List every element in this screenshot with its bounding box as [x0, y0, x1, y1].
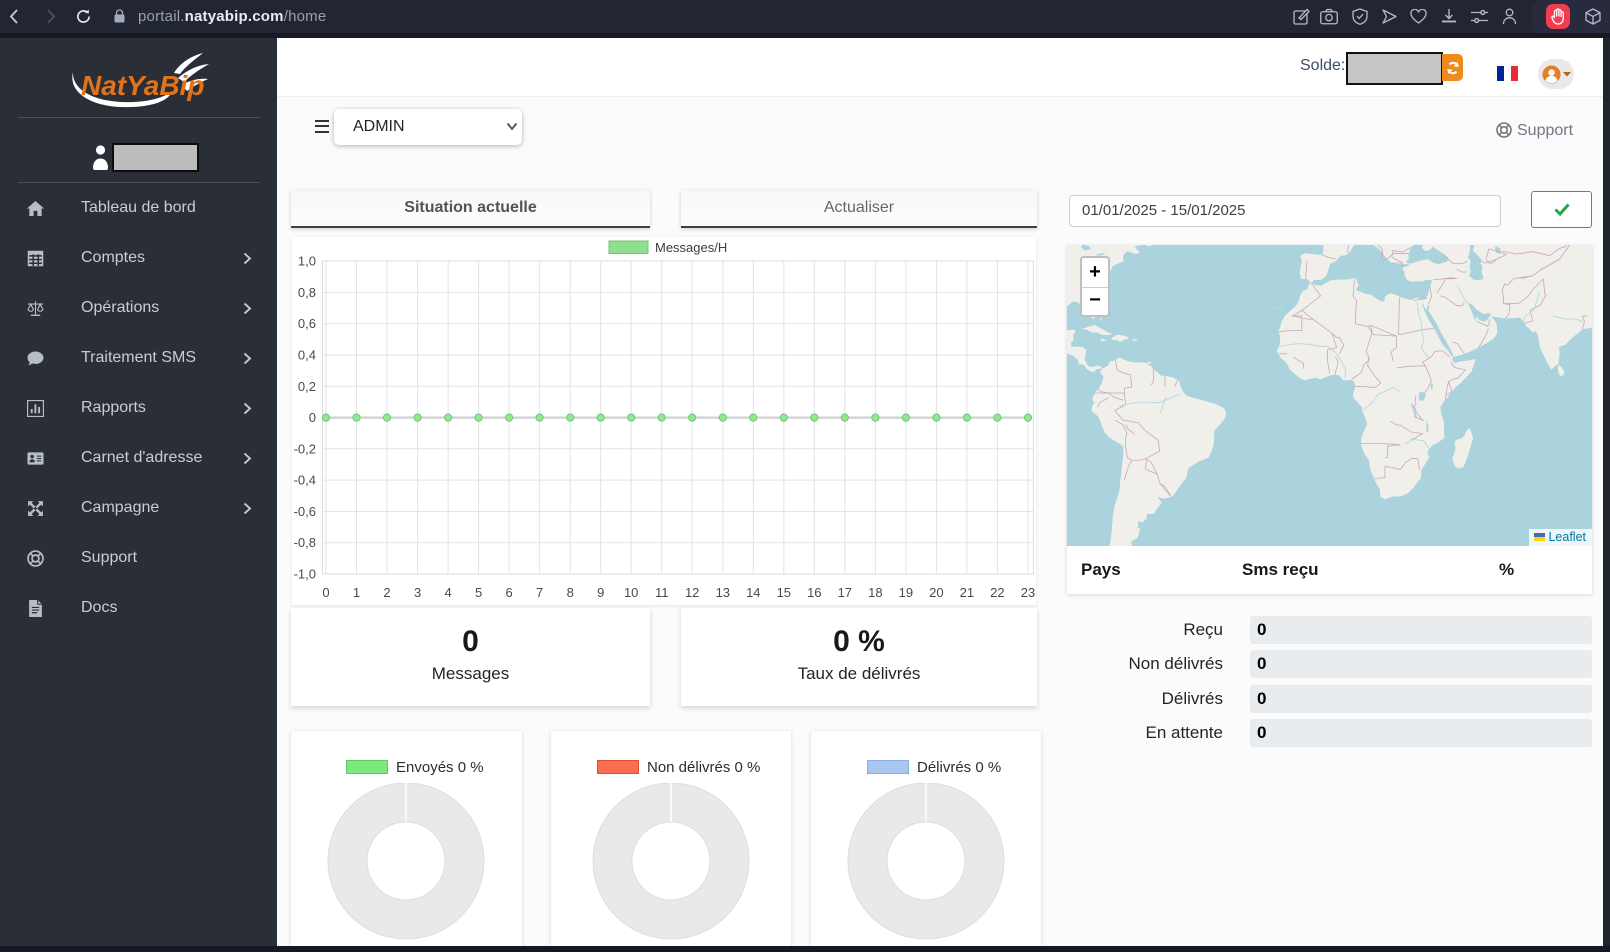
- svg-text:7: 7: [536, 585, 543, 600]
- svg-text:22: 22: [990, 585, 1004, 600]
- svg-text:-0,2: -0,2: [294, 441, 316, 456]
- svg-text:16: 16: [807, 585, 821, 600]
- svg-text:-0,8: -0,8: [294, 535, 316, 550]
- svg-text:12: 12: [685, 585, 699, 600]
- svg-text:0: 0: [322, 585, 329, 600]
- svg-text:0,8: 0,8: [298, 285, 316, 300]
- svg-text:NatYaBip: NatYaBip: [81, 70, 204, 101]
- svg-text:-0,6: -0,6: [294, 504, 316, 519]
- svg-text:13: 13: [716, 585, 730, 600]
- svg-text:-1,0: -1,0: [294, 567, 316, 582]
- svg-text:1,0: 1,0: [298, 254, 316, 269]
- svg-text:11: 11: [655, 585, 669, 600]
- svg-text:14: 14: [746, 585, 760, 600]
- svg-text:0,4: 0,4: [298, 348, 316, 363]
- svg-text:1: 1: [353, 585, 360, 600]
- svg-text:15: 15: [777, 585, 791, 600]
- svg-text:3: 3: [414, 585, 421, 600]
- svg-text:9: 9: [597, 585, 604, 600]
- svg-text:0,2: 0,2: [298, 379, 316, 394]
- svg-text:17: 17: [838, 585, 852, 600]
- svg-text:5: 5: [475, 585, 482, 600]
- svg-text:10: 10: [624, 585, 638, 600]
- svg-text:4: 4: [444, 585, 451, 600]
- svg-text:0: 0: [309, 410, 316, 425]
- svg-text:21: 21: [960, 585, 974, 600]
- svg-text:18: 18: [868, 585, 882, 600]
- svg-text:19: 19: [899, 585, 913, 600]
- svg-text:Messages/H: Messages/H: [655, 240, 727, 255]
- svg-text:6: 6: [505, 585, 512, 600]
- svg-text:2: 2: [383, 585, 390, 600]
- svg-text:20: 20: [929, 585, 943, 600]
- svg-text:0,6: 0,6: [298, 316, 316, 331]
- svg-text:8: 8: [567, 585, 574, 600]
- svg-text:23: 23: [1021, 585, 1035, 600]
- svg-text:-0,4: -0,4: [294, 473, 316, 488]
